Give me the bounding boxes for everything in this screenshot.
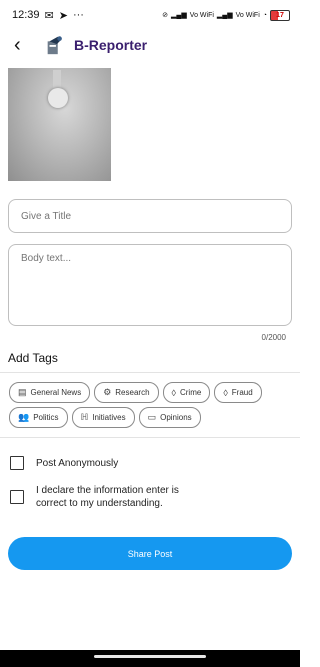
tag-label: Research: [115, 388, 150, 397]
drop-icon: ◊: [223, 387, 228, 398]
drop-icon: ◊: [171, 387, 176, 398]
declaration-checkbox[interactable]: [10, 490, 24, 504]
app-bar: ‹ B-Reporter: [0, 30, 300, 60]
ceiling-fan-image: [48, 88, 68, 108]
battery-icon: 17: [270, 9, 290, 21]
more-icon: ···: [72, 9, 84, 21]
char-counter: 0/2000: [261, 333, 286, 342]
initiatives-icon: ℍ: [80, 412, 89, 422]
post-anonymously-checkbox[interactable]: [10, 456, 24, 470]
gear-icon: ⚙: [103, 387, 112, 397]
status-bar: 12:39 ✉ ➤ ··· ⊘ ▂▄▆ Vo WiFi ▂▄▆ Vo WiFi …: [0, 0, 300, 30]
body-input[interactable]: [8, 244, 292, 326]
network-label-2: Vo WiFi: [235, 11, 260, 19]
battery-level: 17: [276, 11, 284, 19]
home-gesture-bar[interactable]: [94, 655, 206, 658]
navigation-bar: [0, 650, 300, 667]
tag-label: Crime: [179, 388, 202, 397]
telegram-icon: ➤: [58, 9, 68, 22]
tag-label: Initiatives: [92, 413, 126, 422]
declaration-option: I declare the information enter is corre…: [10, 485, 206, 510]
reporter-logo: [47, 36, 62, 55]
tag-label: General News: [30, 388, 82, 397]
tag-label: Politics: [33, 413, 59, 422]
tag-label: Fraud: [231, 388, 253, 397]
tag-research[interactable]: ⚙ Research: [94, 382, 159, 403]
tag-politics[interactable]: 👥 Politics: [9, 407, 68, 428]
newspaper-icon: ▤: [18, 387, 27, 397]
tag-list: ▤ General News ⚙ Research ◊ Crime ◊ Frau…: [9, 382, 294, 428]
declaration-label: I declare the information enter is corre…: [36, 485, 179, 509]
tag-fraud[interactable]: ◊ Fraud: [214, 382, 262, 403]
wifi-icon: ◔: [262, 11, 267, 19]
status-time: 12:39: [12, 9, 40, 21]
tag-crime[interactable]: ◊ Crime: [162, 382, 211, 403]
app-title: B-Reporter: [74, 37, 148, 53]
share-post-button[interactable]: Share Post: [8, 537, 292, 570]
tag-opinions[interactable]: ▭ Opinions: [138, 407, 201, 428]
signal-icon-2: ▂▄▆: [216, 12, 233, 19]
title-input[interactable]: [8, 199, 292, 233]
tag-general-news[interactable]: ▤ General News: [9, 382, 91, 403]
message-icon: ✉: [44, 9, 54, 22]
people-icon: 👥: [18, 412, 30, 422]
divider: [0, 437, 300, 438]
network-label-1: Vo WiFi: [189, 11, 214, 19]
signal-icon-1: ▂▄▆: [171, 12, 187, 19]
divider: [0, 372, 300, 373]
no-sound-icon: ⊘: [162, 12, 169, 19]
post-anonymously-option: Post Anonymously: [10, 456, 118, 470]
tag-initiatives[interactable]: ℍ Initiatives: [71, 407, 135, 428]
add-tags-heading: Add Tags: [8, 351, 58, 365]
post-anonymously-label: Post Anonymously: [36, 457, 119, 469]
attached-image[interactable]: [8, 68, 111, 181]
back-arrow-icon[interactable]: ‹: [14, 35, 30, 55]
comment-icon: ▭: [147, 412, 157, 422]
tag-label: Opinions: [160, 413, 192, 422]
